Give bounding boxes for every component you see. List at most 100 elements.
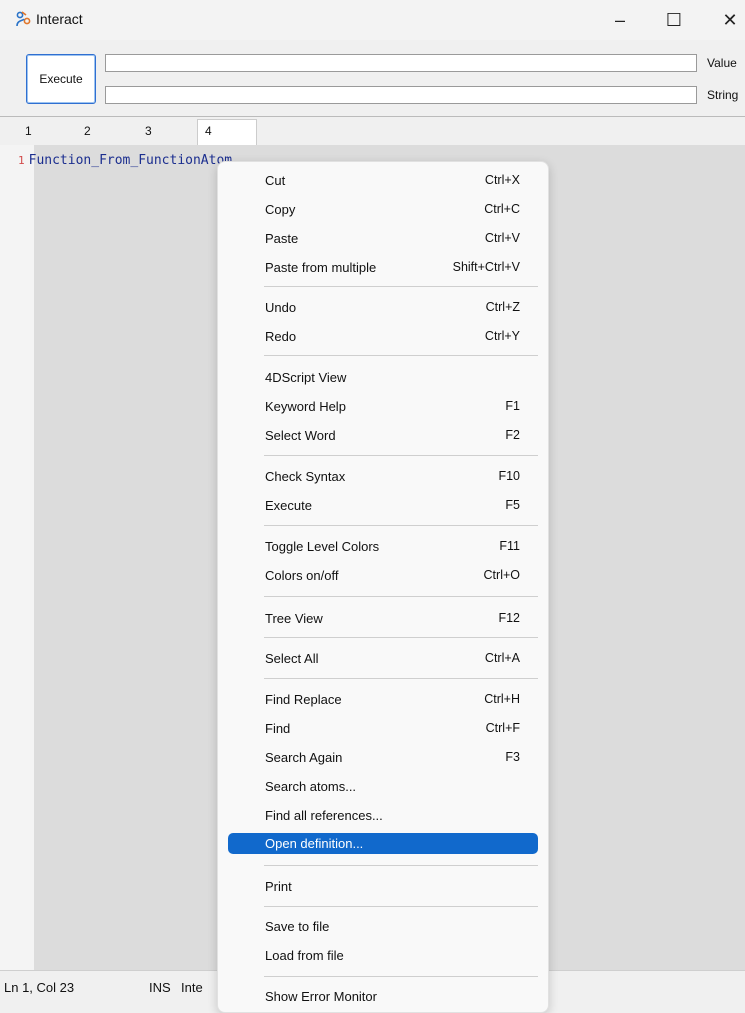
menu-item-label: 4DScript View (265, 369, 347, 385)
menu-item-cut[interactable]: Cut Ctrl+X (228, 167, 538, 193)
menu-item-search-again[interactable]: Search Again F3 (228, 744, 538, 770)
menu-item-label: Undo (265, 299, 297, 315)
maximize-button[interactable]: ☐ (654, 6, 694, 34)
menu-item-shortcut: F2 (505, 428, 520, 442)
cursor-position: Ln 1, Col 23 (4, 980, 75, 995)
menu-item-shortcut: Ctrl+V (484, 231, 520, 245)
menu-item-save-to-file[interactable]: Save to file (228, 913, 538, 939)
menu-item-label: Execute (265, 497, 312, 513)
menu-item-label: Select Word (265, 427, 336, 443)
close-icon: ✕ (722, 9, 738, 30)
line-number: 1 (18, 154, 25, 167)
menu-item-shortcut: F11 (499, 539, 520, 553)
menu-item-label: Find Replace (265, 691, 342, 707)
tab-4[interactable]: 4 (197, 119, 257, 145)
menu-item-shortcut: Ctrl+O (483, 568, 520, 582)
line-gutter (0, 145, 34, 970)
menu-item-find-replace[interactable]: Find Replace Ctrl+H (228, 686, 538, 712)
menu-item-print[interactable]: Print (228, 873, 538, 899)
menu-item-shortcut: Ctrl+F (485, 721, 520, 735)
menu-item-keyword-help[interactable]: Keyword Help F1 (228, 393, 538, 419)
menu-separator (264, 596, 538, 597)
status-extra: Inte (181, 980, 203, 995)
menu-item-shortcut: Ctrl+C (484, 202, 520, 216)
toolbar: Execute Value String (0, 40, 745, 117)
tab-2[interactable]: 2 (84, 124, 91, 138)
menu-item-shortcut: F5 (505, 498, 520, 512)
menu-item-shortcut: Shift+Ctrl+V (452, 260, 520, 274)
interact-app-icon (16, 11, 31, 27)
menu-item-find[interactable]: Find Ctrl+F (228, 715, 538, 741)
menu-item-label: Paste from multiple (265, 259, 377, 275)
menu-item-label: Print (265, 878, 292, 894)
menu-separator (264, 678, 538, 679)
menu-item-copy[interactable]: Copy Ctrl+C (228, 196, 538, 222)
menu-separator (264, 637, 538, 638)
menu-item-open-definition[interactable]: Open definition... (228, 833, 538, 854)
insert-mode: INS (149, 980, 171, 995)
execute-button[interactable]: Execute (26, 54, 96, 104)
value-field[interactable] (105, 54, 697, 72)
menu-item-label: Cut (265, 172, 286, 188)
menu-item-label: Colors on/off (265, 567, 339, 583)
menu-item-toggle-level-colors[interactable]: Toggle Level Colors F11 (228, 533, 538, 559)
menu-item-label: Open definition... (265, 836, 364, 851)
maximize-icon: ☐ (665, 9, 683, 30)
menu-item-shortcut: F12 (498, 611, 520, 625)
menu-item-check-syntax[interactable]: Check Syntax F10 (228, 463, 538, 489)
window-title: Interact (36, 11, 83, 27)
menu-separator (264, 865, 538, 866)
menu-separator (264, 286, 538, 287)
menu-item-shortcut: F3 (505, 750, 520, 764)
menu-item-4dscript-view[interactable]: 4DScript View (228, 364, 538, 390)
menu-item-label: Check Syntax (265, 468, 346, 484)
menu-item-show-error-monitor[interactable]: Show Error Monitor (228, 983, 538, 1009)
menu-item-shortcut: F10 (498, 469, 520, 483)
menu-item-execute[interactable]: Execute F5 (228, 492, 538, 518)
menu-item-label: Keyword Help (265, 398, 346, 414)
menu-item-shortcut: Ctrl+A (484, 651, 520, 665)
menu-item-select-all[interactable]: Select All Ctrl+A (228, 645, 538, 671)
menu-item-label: Paste (265, 230, 299, 246)
minimize-button[interactable]: – (600, 6, 640, 34)
menu-item-select-word[interactable]: Select Word F2 (228, 422, 538, 448)
menu-item-label: Copy (265, 201, 296, 217)
menu-item-paste[interactable]: Paste Ctrl+V (228, 225, 538, 251)
menu-item-shortcut: Ctrl+X (484, 173, 520, 187)
menu-item-search-atoms[interactable]: Search atoms... (228, 773, 538, 799)
tab-3[interactable]: 3 (145, 124, 152, 138)
menu-item-shortcut: Ctrl+H (484, 692, 520, 706)
menu-item-label: Save to file (265, 918, 330, 934)
menu-item-label: Show Error Monitor (265, 988, 377, 1004)
menu-item-label: Toggle Level Colors (265, 538, 380, 554)
value-label: Value (707, 56, 737, 70)
menu-item-label: Search Again (265, 749, 343, 765)
menu-item-shortcut: Ctrl+Z (485, 300, 520, 314)
menu-item-colors-on-off[interactable]: Colors on/off Ctrl+O (228, 562, 538, 588)
menu-item-find-all-references[interactable]: Find all references... (228, 802, 538, 828)
menu-separator (264, 355, 538, 356)
menu-item-undo[interactable]: Undo Ctrl+Z (228, 294, 538, 320)
menu-item-shortcut: Ctrl+Y (484, 329, 520, 343)
menu-item-redo[interactable]: Redo Ctrl+Y (228, 323, 538, 349)
title-bar: Interact – ☐ ✕ (0, 0, 745, 40)
execute-button-label: Execute (39, 72, 83, 86)
menu-item-load-from-file[interactable]: Load from file (228, 942, 538, 968)
menu-item-label: Select All (265, 650, 319, 666)
minimize-icon: – (614, 9, 625, 30)
menu-separator (264, 976, 538, 977)
code-line[interactable]: 1 Function_From_FunctionAtom (18, 153, 232, 168)
string-field[interactable] (105, 86, 697, 104)
close-button[interactable]: ✕ (710, 6, 745, 34)
tab-strip: 1 2 3 4 (0, 117, 745, 145)
menu-item-label: Tree View (265, 610, 323, 626)
menu-item-label: Search atoms... (265, 778, 357, 794)
menu-item-label: Redo (265, 328, 297, 344)
menu-separator (264, 906, 538, 907)
menu-item-tree-view[interactable]: Tree View F12 (228, 605, 538, 631)
context-menu: Cut Ctrl+X Copy Ctrl+C Paste Ctrl+V Paste f… (217, 161, 549, 1013)
code-text[interactable]: Function_From_FunctionAtom (29, 153, 233, 168)
tab-1[interactable]: 1 (25, 124, 32, 138)
menu-item-label: Find all references... (265, 807, 383, 823)
menu-item-paste-from-multiple[interactable]: Paste from multiple Shift+Ctrl+V (228, 254, 538, 280)
